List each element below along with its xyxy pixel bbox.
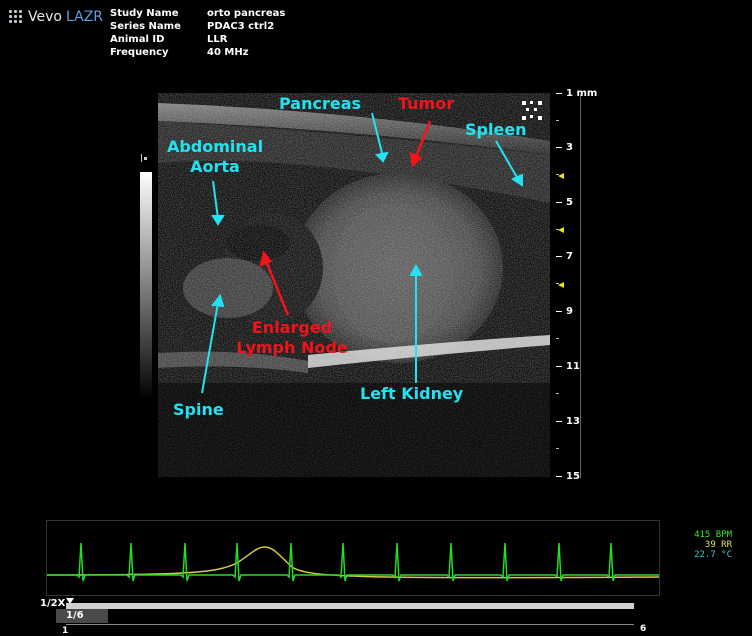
- cine-speed[interactable]: 1/2X: [40, 598, 65, 609]
- ecg-line: [47, 542, 659, 582]
- meta-key-series-name: Series Name: [110, 21, 181, 32]
- depth-label-top: 1 mm: [566, 88, 598, 99]
- depth-label-9: 9: [566, 306, 573, 317]
- cine-timeline: [66, 624, 634, 625]
- grayscale-bar: [140, 172, 152, 400]
- resp-rate: 39 RR: [704, 540, 732, 550]
- gray-bar-marker: [141, 154, 142, 162]
- label-spine: Spine: [173, 400, 224, 419]
- focus-marker[interactable]: [558, 173, 564, 179]
- label-abdominal-aorta-line1: Abdominal: [166, 137, 264, 156]
- respiration-trace: [46, 546, 660, 579]
- depth-label-11: 11: [566, 361, 580, 372]
- heart-rate: 415 BPM: [694, 530, 732, 540]
- cine-frame-counter: 1/6: [56, 609, 108, 623]
- focus-marker[interactable]: [558, 282, 564, 288]
- temperature: 22.7 °C: [694, 550, 732, 560]
- depth-label-15: 15: [566, 471, 580, 482]
- logo-primary-text: Vevo: [28, 9, 62, 25]
- cine-start-label: 1: [62, 626, 69, 636]
- label-tumor: Tumor: [398, 94, 455, 113]
- meta-value-series-name: PDAC3 ctrl2: [207, 21, 275, 32]
- meta-value-frequency: 40 MHz: [207, 47, 249, 58]
- cine-scrubber[interactable]: [66, 603, 634, 609]
- gray-bar-dot: [144, 157, 147, 160]
- meta-value-study-name: orto pancreas: [207, 8, 286, 19]
- depth-label-5: 5: [566, 197, 573, 208]
- label-enlarged-lymph-line2: Lymph Node: [236, 338, 348, 357]
- cine-end-label: 6: [640, 624, 647, 634]
- focus-marker[interactable]: [558, 227, 564, 233]
- label-enlarged-lymph-line1: Enlarged: [251, 318, 333, 337]
- label-spleen: Spleen: [465, 120, 527, 139]
- depth-label-7: 7: [566, 251, 573, 262]
- depth-scale: 1 mm 3 5 7 9 11 13 15: [556, 88, 606, 483]
- physiology-trace: [46, 520, 660, 596]
- meta-key-study-name: Study Name: [110, 8, 179, 19]
- depth-label-3: 3: [566, 142, 573, 153]
- ecg-trace: [46, 542, 660, 582]
- label-pancreas: Pancreas: [279, 94, 362, 113]
- label-abdominal-aorta-line2: Aorta: [190, 157, 240, 176]
- dot-grid-icon: [9, 10, 23, 24]
- meta-value-animal-id: LLR: [207, 34, 228, 45]
- depth-label-13: 13: [566, 416, 580, 427]
- meta-key-animal-id: Animal ID: [110, 34, 165, 45]
- label-left-kidney: Left Kidney: [360, 384, 464, 403]
- vitals-panel: 415 BPM 39 RR 22.7 °C: [680, 530, 742, 570]
- meta-key-frequency: Frequency: [110, 47, 169, 58]
- logo-secondary-text: LAZR: [66, 9, 104, 25]
